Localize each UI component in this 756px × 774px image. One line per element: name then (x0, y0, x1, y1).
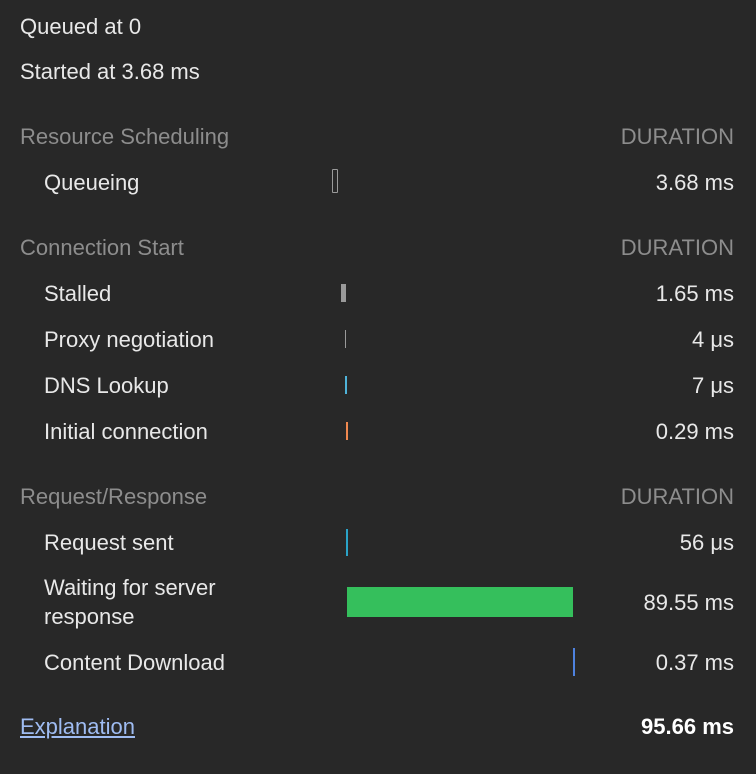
timing-value-waiting-for-server-response: 89.55 ms (643, 590, 735, 615)
total-duration: 95.66 ms (641, 714, 734, 739)
explanation-link[interactable]: Explanation (20, 714, 135, 740)
timing-bar-initial-connection (346, 422, 348, 440)
timing-value-content-download: 0.37 ms (655, 650, 734, 675)
timing-bar-queueing (332, 169, 338, 193)
duration-header: DURATION (620, 235, 734, 260)
timing-bar-waiting-for-server-response (347, 587, 573, 617)
timing-label-content-download: Content Download (44, 650, 226, 675)
timing-bar-proxy-negotiation (345, 330, 346, 348)
timing-label-stalled: Stalled (44, 281, 112, 306)
timing-label-queueing: Queueing (44, 170, 140, 195)
timing-bar-request-sent (346, 529, 348, 556)
section-title-request-response: Request/Response (20, 484, 208, 509)
queued-at-text: Queued at 0 (20, 14, 142, 39)
duration-header: DURATION (620, 124, 734, 149)
timing-value-queueing: 3.68 ms (655, 170, 734, 195)
section-title-resource-scheduling: Resource Scheduling (20, 124, 230, 149)
duration-header: DURATION (620, 484, 734, 509)
timing-value-request-sent: 56 μs (679, 530, 734, 555)
timing-bar-dns-lookup (345, 376, 347, 394)
timing-value-proxy-negotiation: 4 μs (691, 327, 734, 352)
timing-label-dns-lookup: DNS Lookup (44, 373, 169, 398)
section-title-connection-start: Connection Start (20, 235, 184, 260)
timing-value-initial-connection: 0.29 ms (655, 419, 734, 444)
timing-value-dns-lookup: 7 μs (691, 373, 734, 398)
timing-label-waiting-for-server-response: Waiting for server response (44, 575, 216, 629)
timing-label-initial-connection: Initial connection (44, 419, 208, 444)
timing-bar-stalled (341, 284, 346, 302)
started-at-text: Started at 3.68 ms (20, 59, 200, 84)
timing-label-proxy-negotiation: Proxy negotiation (44, 327, 214, 352)
timing-bar-content-download (573, 648, 575, 676)
timing-label-request-sent: Request sent (44, 530, 174, 555)
timing-value-stalled: 1.65 ms (655, 281, 734, 306)
